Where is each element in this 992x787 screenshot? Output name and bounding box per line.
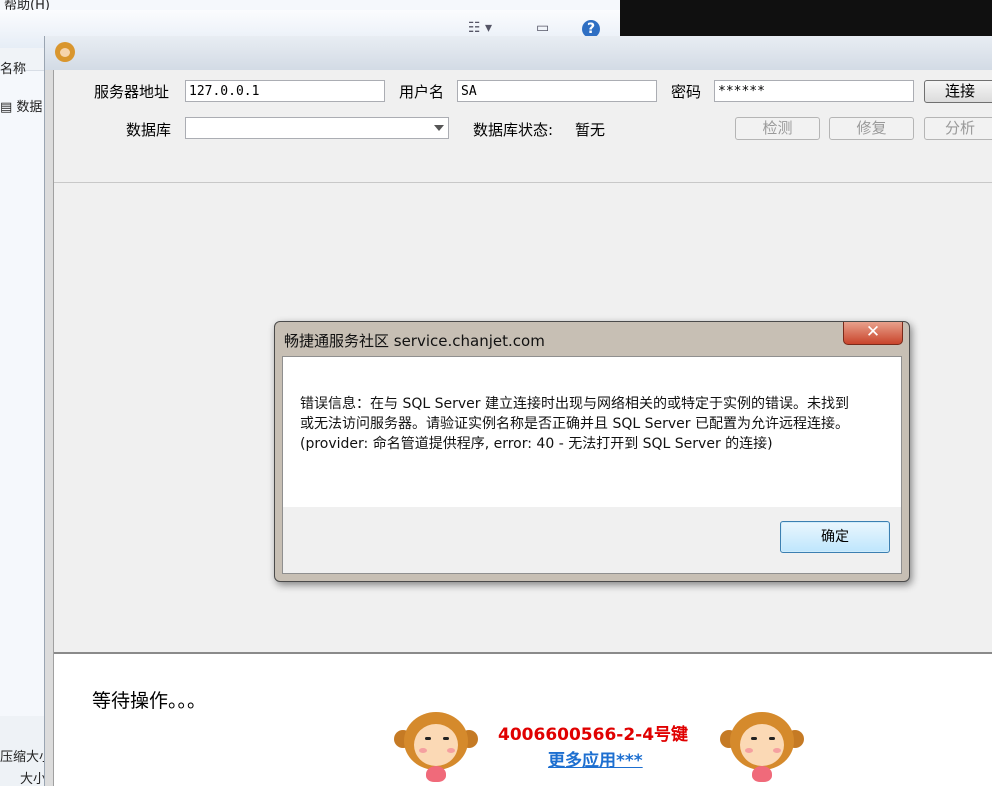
server-address-label: 服务器地址 (94, 83, 170, 101)
server-address-input[interactable]: 127.0.0.1 (185, 80, 385, 102)
background-dark-window (620, 0, 992, 40)
monkey-mascot-right-icon (718, 710, 808, 784)
database-label: 数据库 (126, 121, 172, 139)
database-select[interactable] (185, 117, 449, 139)
monkey-mascot-left-icon (392, 710, 482, 784)
background-status-size: 大小 (20, 772, 47, 787)
background-menu-help[interactable]: 帮助(H) (0, 0, 50, 13)
password-input[interactable]: ****** (714, 80, 914, 102)
username-label: 用户名 (399, 83, 445, 101)
connect-button[interactable]: 连接 (924, 80, 992, 103)
app-titlebar (45, 36, 992, 70)
hotline-number: 4006600566-2-4号键 (498, 725, 689, 745)
background-list-item[interactable]: ▤ 数据 (0, 96, 42, 115)
app-logo-icon (55, 42, 75, 62)
check-button[interactable]: 检测 (735, 117, 820, 140)
username-input[interactable]: SA (457, 80, 657, 102)
close-icon[interactable]: ✕ (843, 322, 903, 345)
repair-button[interactable]: 修复 (829, 117, 914, 140)
dialog-title: 畅捷通服务社区 service.chanjet.com (284, 332, 545, 350)
preview-pane-icon[interactable]: ▭ (536, 20, 549, 36)
status-text: 等待操作。。。 (92, 690, 207, 712)
view-options-icon[interactable]: ☷ ▾ (468, 20, 492, 36)
dialog-message: 错误信息：在与 SQL Server 建立连接时出现与网络相关的或特定于实例的错… (300, 396, 849, 452)
db-status-value: 暂无 (575, 121, 606, 139)
db-status-label: 数据库状态: (473, 121, 554, 139)
dialog-body: 错误信息：在与 SQL Server 建立连接时出现与网络相关的或特定于实例的错… (282, 356, 902, 574)
more-apps-link[interactable]: 更多应用*** (548, 746, 643, 771)
password-label: 密码 (671, 83, 702, 101)
status-panel: 等待操作。。。 4006600566-2-4号键 更多应用*** (54, 654, 992, 786)
dialog-message-area: 错误信息：在与 SQL Server 建立连接时出现与网络相关的或特定于实例的错… (283, 357, 901, 507)
file-icon: ▤ (0, 100, 17, 115)
error-dialog: 畅捷通服务社区 service.chanjet.com ✕ 错误信息：在与 SQ… (274, 321, 910, 582)
background-column-name[interactable]: 名称 (0, 58, 26, 77)
chevron-down-icon (434, 125, 444, 131)
analyze-button[interactable]: 分析 (924, 117, 992, 140)
form-divider (54, 182, 992, 183)
ok-button[interactable]: 确定 (780, 521, 890, 553)
